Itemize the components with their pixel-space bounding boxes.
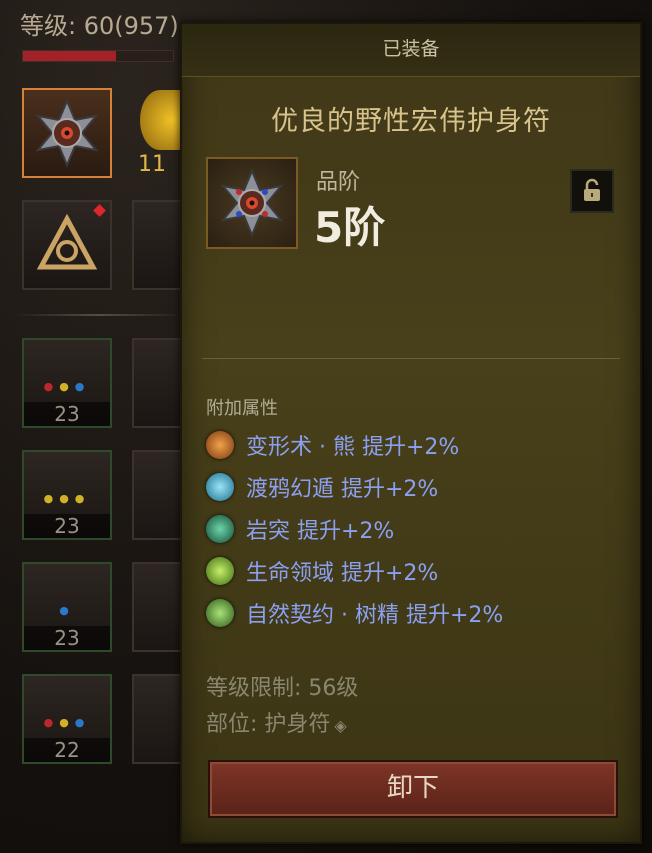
gold-orb-icon <box>140 90 180 150</box>
gear-slot-partial[interactable] <box>132 338 182 428</box>
amulet-icon <box>220 168 284 238</box>
unequip-button[interactable]: 卸下 <box>208 760 618 818</box>
affix-row: 变形术 · 熊 提升+2% <box>206 424 626 466</box>
affix-text: 变形术 · 熊 提升+2% <box>246 435 460 460</box>
affix-title: 附加属性 <box>206 398 278 419</box>
item-icon-frame <box>206 157 298 249</box>
unlock-icon <box>584 178 600 201</box>
affix-list: 变形术 · 熊 提升+2% 渡鸦幻遁 提升+2% 岩突 提升+2% 生命领域 提… <box>206 424 626 634</box>
affix-text: 岩突 提升+2% <box>246 519 395 544</box>
level-requirement: 等级限制: 56级 <box>206 676 359 701</box>
slot-level: 23 <box>24 626 110 650</box>
slot-level: 23 <box>24 514 110 538</box>
socket-gems-icon: ● <box>59 604 75 617</box>
gear-slot-1[interactable]: ●●● 23 <box>22 338 112 428</box>
socket-gems-icon: ●●● <box>43 380 91 393</box>
lock-button[interactable] <box>570 169 614 213</box>
tier-label: 品阶 <box>316 170 361 195</box>
affix-text: 自然契约 · 树精 提升+2% <box>246 603 504 628</box>
affix-row: 生命领域 提升+2% <box>206 550 626 592</box>
affix-row: 岩突 提升+2% <box>206 508 626 550</box>
slot-type: 部位: 护身符 ◈ <box>206 706 347 738</box>
gear-slot-2[interactable]: ●●● 23 <box>22 450 112 540</box>
gear-slot-partial[interactable] <box>132 562 182 652</box>
equipped-header: 已装备 <box>182 24 640 77</box>
ring-slot-partial[interactable] <box>132 200 182 290</box>
amulet-slot-icon: ◈ <box>334 716 347 735</box>
xp-bar <box>22 50 174 62</box>
slot-type-text: 部位: 护身符 <box>206 712 331 737</box>
life-field-icon <box>206 557 234 585</box>
socket-gems-icon: ●●● <box>43 492 91 505</box>
affix-text: 生命领域 提升+2% <box>246 561 439 586</box>
gear-slot-3[interactable]: ● 23 <box>22 562 112 652</box>
amulet-icon <box>35 98 99 168</box>
character-level: 等级: 60(957) <box>20 12 179 40</box>
raven-icon <box>206 473 234 501</box>
slot-level: 23 <box>24 402 110 426</box>
affix-text: 渡鸦幻遁 提升+2% <box>246 477 439 502</box>
affix-row: 自然契约 · 树精 提升+2% <box>206 592 626 634</box>
gear-slot-partial[interactable] <box>132 674 182 764</box>
gold-count: 11 <box>138 152 166 177</box>
socket-gems-icon: ●●● <box>43 716 91 729</box>
gear-slot-4[interactable]: ●●● 22 <box>22 674 112 764</box>
item-tooltip: 已装备 优良的野性宏伟护身符 品阶 5阶 附加属性 变形术 · 熊 提升+2% … <box>180 22 642 844</box>
amulet-slot[interactable] <box>22 88 112 178</box>
nature-pact-icon <box>206 599 234 627</box>
tier-value: 5阶 <box>314 203 386 252</box>
affix-row: 渡鸦幻遁 提升+2% <box>206 466 626 508</box>
bear-form-icon <box>206 431 234 459</box>
divider <box>14 314 184 316</box>
gear-slot-partial[interactable] <box>132 450 182 540</box>
emblem-slot[interactable] <box>22 200 112 290</box>
slot-level: 22 <box>24 738 110 762</box>
triangle-emblem-icon <box>36 213 98 270</box>
section-divider <box>202 358 620 359</box>
item-name: 优良的野性宏伟护身符 <box>271 106 551 137</box>
rock-spike-icon <box>206 515 234 543</box>
